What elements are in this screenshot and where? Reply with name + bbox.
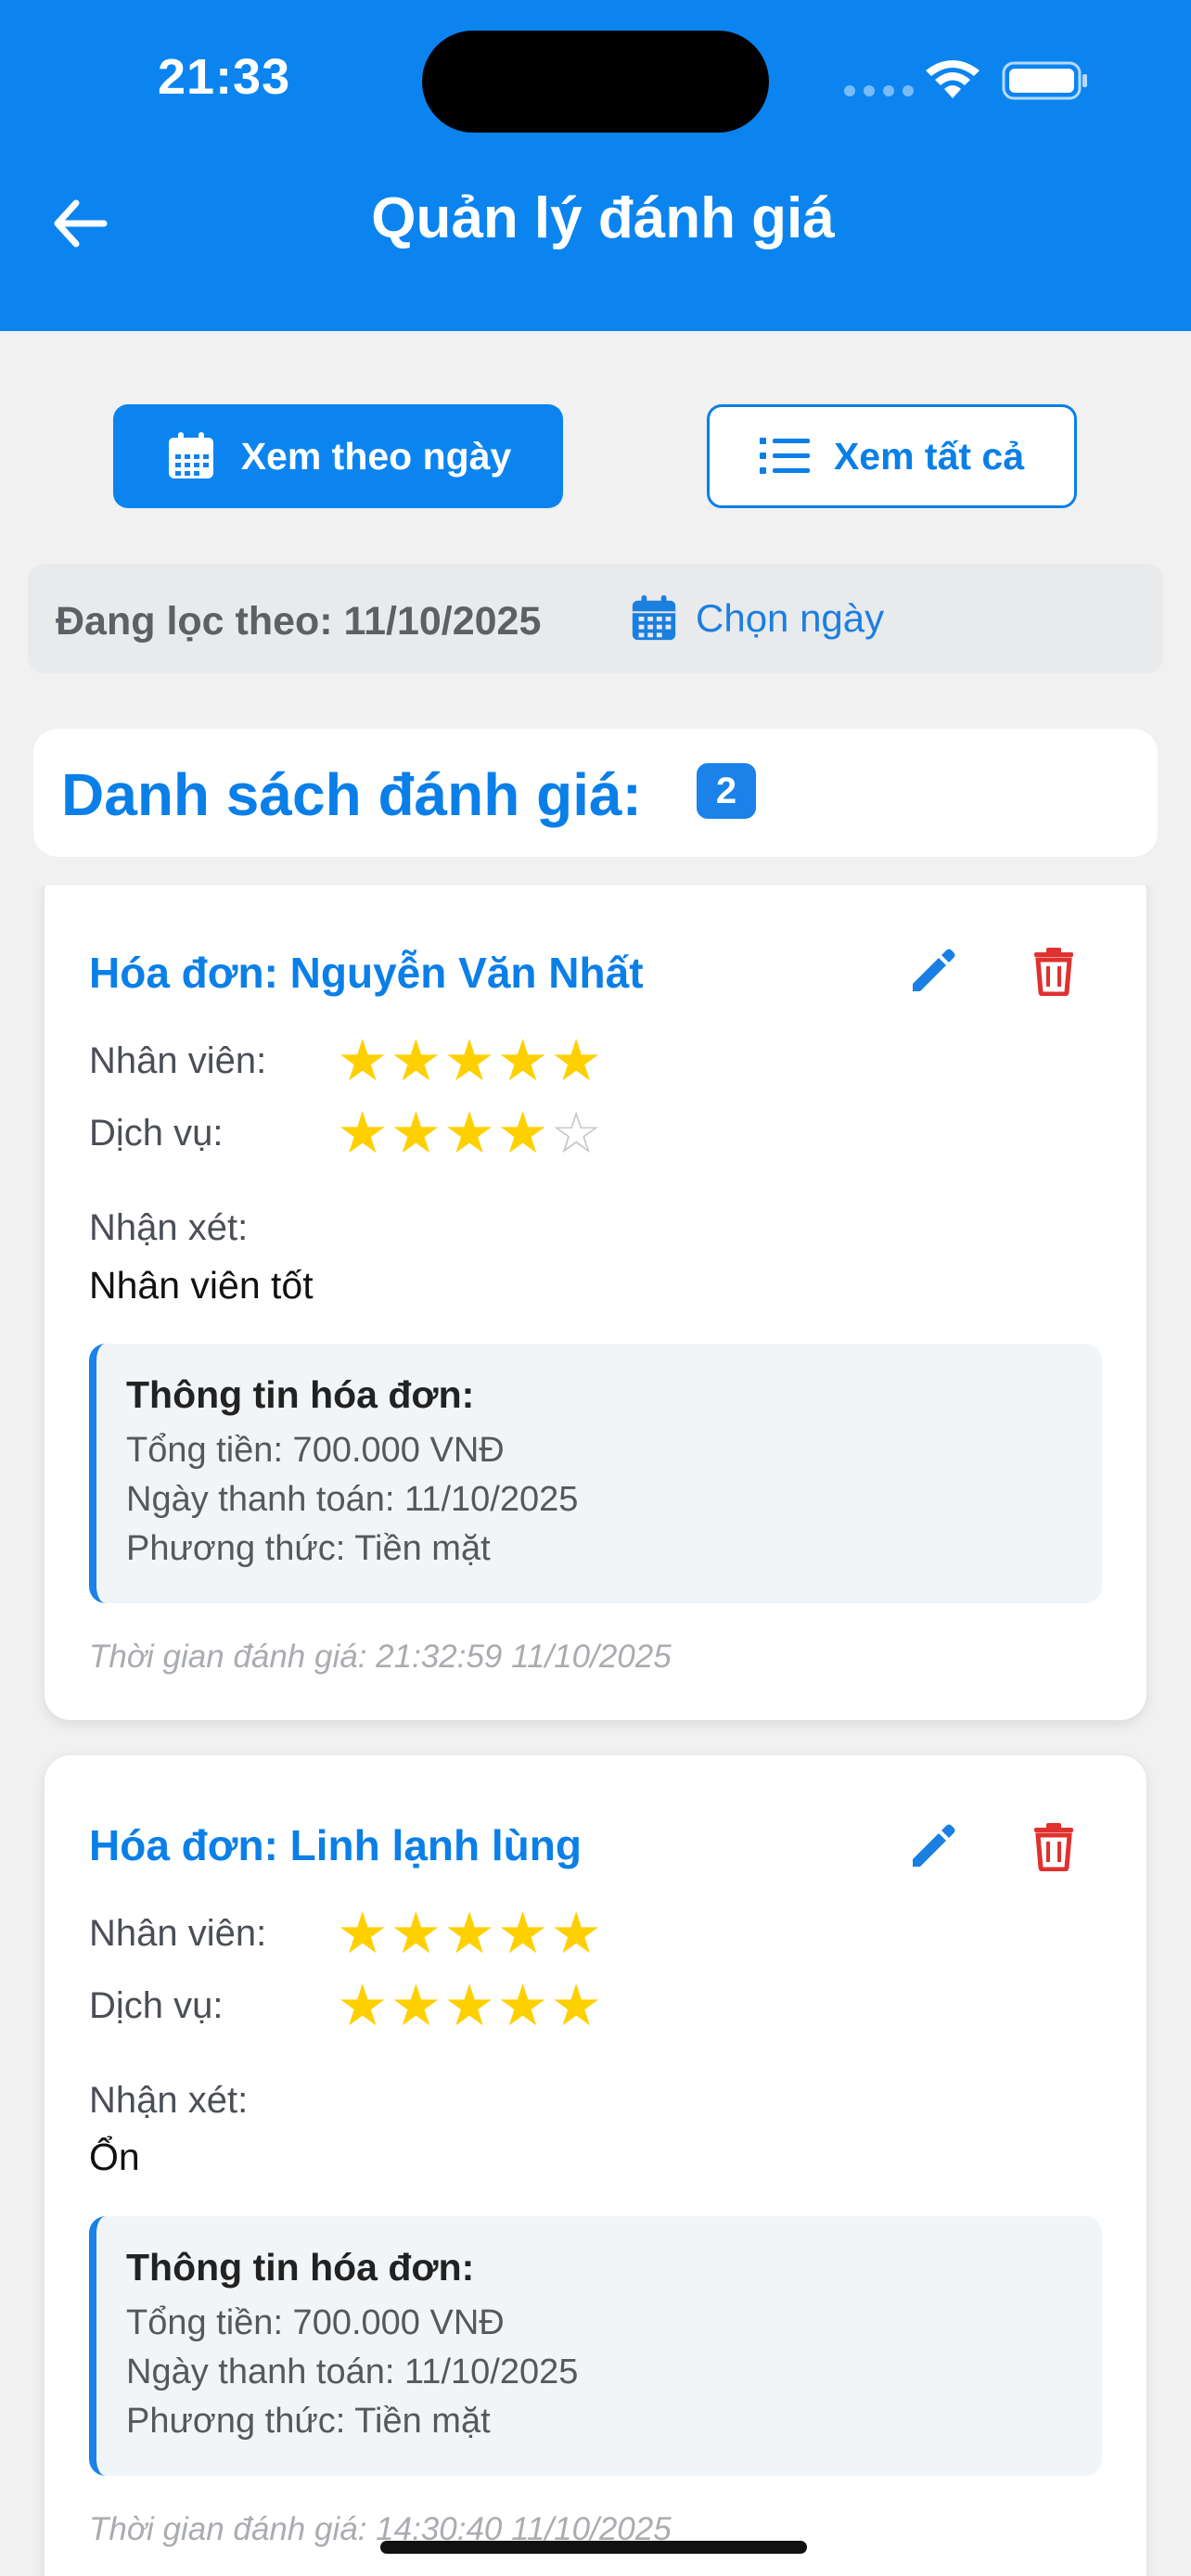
delete-button[interactable] [1020,937,1087,1004]
review-card-title: Hóa đơn: Linh lạnh lùng [89,1821,582,1869]
pencil-icon [913,1824,955,1867]
star-filled-icon: ★ [496,1971,549,2039]
star-filled-icon: ★ [390,1971,442,2039]
tab-all[interactable]: Xem tất cả [707,404,1077,508]
comment-label: Nhận xét: [89,1207,249,1248]
invoice-total: Tổng tiền: 700.000 VNĐ [126,2303,505,2342]
review-card: Hóa đơn: Nguyễn Văn Nhất Nhân viên: ★ ★ ★ ★… [45,886,1146,1720]
tab-all-label: Xem tất cả [833,434,1025,478]
star-filled-icon: ★ [496,1099,549,1167]
star-filled-icon: ★ [550,1027,602,1094]
delete-button[interactable] [1020,1813,1087,1880]
home-indicator [380,2541,807,2554]
dynamic-island [422,31,769,133]
date-filter-bar: Đang lọc theo: 11/10/2025 Chọn ngày [28,564,1163,673]
invoice-info-box: Thông tin hóa đơn: Tổng tiền: 700.000 VN… [89,2216,1102,2476]
star-empty-icon: ☆ [550,1099,602,1167]
invoice-method: Phương thức: Tiền mặt [126,2402,491,2441]
invoice-total: Tổng tiền: 700.000 VNĐ [126,1431,505,1470]
review-list: Hóa đơn: Nguyễn Văn Nhất Nhân viên: ★ ★ ★ ★… [0,886,1191,2576]
list-header: Danh sách đánh giá: 2 [33,729,1158,857]
status-time: 21:33 [158,49,291,105]
edit-button[interactable] [900,937,967,1004]
star-filled-icon: ★ [390,1027,442,1094]
list-icon [759,438,810,474]
count-badge: 2 [697,763,756,819]
cellular-signal-icon [844,85,914,96]
choose-date-button[interactable]: Chọn ngày [629,593,884,644]
star-filled-icon: ★ [443,1899,495,1967]
staff-rating-stars: ★ ★ ★ ★ ★ [337,1032,602,1090]
star-filled-icon: ★ [390,1099,442,1167]
invoice-info-box: Thông tin hóa đơn: Tổng tiền: 700.000 VN… [89,1344,1102,1603]
filter-label: Đang lọc theo: 11/10/2025 [56,599,542,644]
star-filled-icon: ★ [496,1027,549,1094]
view-mode-bar: Xem theo ngày Xem tất cả [0,331,1191,535]
star-filled-icon: ★ [337,1899,389,1967]
invoice-paid-date: Ngày thanh toán: 11/10/2025 [126,2353,579,2391]
calendar-icon [632,594,676,641]
star-filled-icon: ★ [443,1971,495,2039]
wifi-icon [926,60,980,98]
battery-icon [1002,61,1087,100]
comment-label: Nhận xét: [89,2080,249,2121]
comment-text: Nhân viên tốt [89,1264,314,1307]
staff-rating-label: Nhân viên: [89,1913,267,1954]
star-filled-icon: ★ [443,1099,495,1167]
staff-rating-label: Nhân viên: [89,1040,267,1081]
service-rating-label: Dịch vụ: [89,1113,224,1154]
service-rating-label: Dịch vụ: [89,1985,224,2026]
rated-time: Thời gian đánh giá: 21:32:59 11/10/2025 [89,1639,672,1675]
trash-icon [1034,1823,1073,1871]
choose-date-label: Chọn ngày [696,596,885,640]
calendar-icon [168,432,213,478]
list-title: Danh sách đánh giá: [61,761,642,828]
invoice-info-title: Thông tin hóa đơn: [126,2246,475,2289]
star-filled-icon: ★ [337,1027,389,1094]
star-filled-icon: ★ [496,1899,549,1967]
service-rating-stars: ★ ★ ★ ★ ★ [337,1977,602,2034]
review-card: Hóa đơn: Linh lạnh lùng Nhân viên: ★ ★ ★ ★ ★ [45,1755,1146,2576]
star-filled-icon: ★ [550,1899,602,1967]
service-rating-stars: ★ ★ ★ ★ ☆ [337,1104,602,1162]
invoice-paid-date: Ngày thanh toán: 11/10/2025 [126,1480,579,1519]
review-card-title: Hóa đơn: Nguyễn Văn Nhất [89,949,644,997]
comment-text: Ổn [89,2136,140,2178]
star-filled-icon: ★ [550,1971,602,2039]
edit-button[interactable] [900,1813,967,1880]
trash-icon [1034,948,1073,996]
page-title: Quản lý đánh giá [371,186,835,250]
star-filled-icon: ★ [443,1027,495,1094]
star-filled-icon: ★ [337,1971,389,2039]
tab-by-day[interactable]: Xem theo ngày [113,404,563,508]
app-header: 21:33 Quản lý đánh giá [0,0,1191,331]
tab-by-day-label: Xem theo ngày [240,434,512,478]
star-filled-icon: ★ [337,1099,389,1167]
staff-rating-stars: ★ ★ ★ ★ ★ [337,1905,602,1962]
invoice-info-title: Thông tin hóa đơn: [126,1373,475,1416]
invoice-method: Phương thức: Tiền mặt [126,1529,491,1568]
pencil-icon [913,949,955,991]
star-filled-icon: ★ [390,1899,442,1967]
screen: 21:33 Quản lý đánh giá Xem theo ngày Xem… [0,0,1191,2576]
